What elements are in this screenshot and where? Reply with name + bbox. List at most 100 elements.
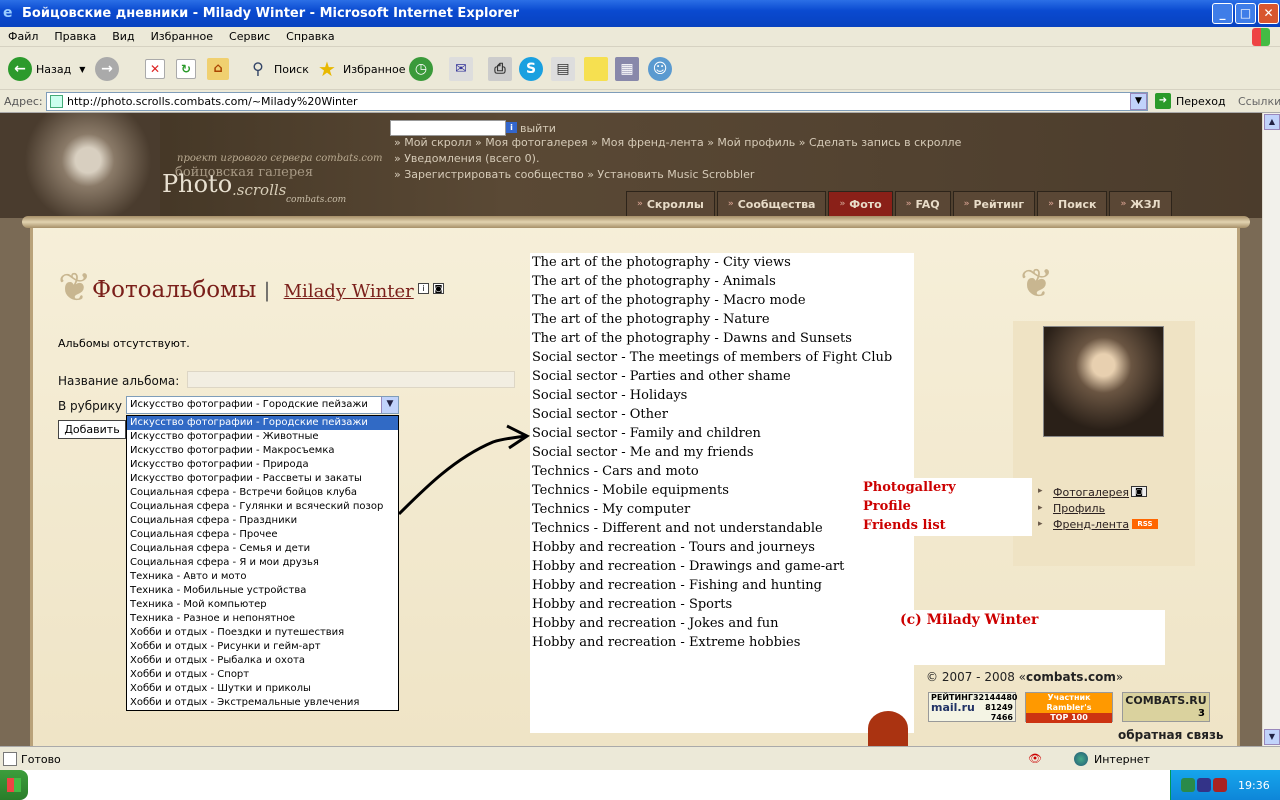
friends-feed-link[interactable]: Френд-лента — [1053, 518, 1129, 531]
back-dropdown-icon[interactable]: ▼ — [79, 65, 85, 74]
nav-tab-search[interactable]: » Поиск — [1037, 191, 1108, 217]
rubric-option[interactable]: Техника - Авто и мото — [127, 570, 398, 584]
translation-row: Hobby and recreation - Sports — [532, 597, 733, 612]
privacy-icon[interactable]: 👁 — [1028, 752, 1042, 766]
links-label[interactable]: Ссылки — [1238, 95, 1280, 108]
footer-site-link[interactable]: combats.com — [1026, 670, 1116, 684]
nav-tab-communities[interactable]: » Сообщества — [716, 191, 827, 217]
nav-tab-scrolls[interactable]: » Скроллы — [626, 191, 715, 217]
go-button[interactable]: ➜ Переход — [1155, 93, 1226, 109]
tray-media-icon[interactable] — [1197, 778, 1211, 792]
back-button[interactable]: ← Назад ▼ — [8, 55, 85, 83]
search-button[interactable]: ⚲ Поиск — [246, 55, 309, 83]
print-button[interactable]: ⎙ — [488, 55, 516, 83]
messenger-button[interactable]: ☺ — [648, 55, 676, 83]
rubric-selected-value: Искусство фотографии - Городские пейзажи — [130, 399, 368, 410]
rss-badge[interactable]: RSS — [1132, 519, 1158, 529]
rubric-option[interactable]: Социальная сфера - Встречи бойцов клуба — [127, 486, 398, 500]
menu-edit[interactable]: Правка — [46, 30, 104, 43]
mail-button[interactable]: ✉ — [449, 55, 477, 83]
scroll-rod-decoration — [22, 216, 1250, 228]
photogallery-link[interactable]: Фотогалерея — [1053, 486, 1129, 499]
rambler-counter[interactable]: Участник Rambler's TOP 100 — [1025, 692, 1113, 723]
quill-icon: ❦ — [58, 265, 92, 311]
search-icon: ⚲ — [252, 59, 264, 78]
top-links-row3[interactable]: » Зарегистрировать сообщество » Установи… — [394, 168, 754, 181]
nav-tab-photo[interactable]: » Фото — [828, 191, 893, 217]
rubric-option[interactable]: Техника - Мой компьютер — [127, 598, 398, 612]
skype-button[interactable]: S — [519, 55, 547, 83]
rubric-option[interactable]: Искусство фотографии - Макросъемка — [127, 444, 398, 458]
rubric-option[interactable]: Искусство фотографии - Городские пейзажи — [127, 416, 398, 430]
ie-icon: e — [3, 5, 13, 21]
refresh-button[interactable]: ↻ — [176, 55, 200, 83]
rubric-select[interactable]: Искусство фотографии - Городские пейзажи… — [126, 396, 399, 414]
profile-link[interactable]: Профиль — [1053, 502, 1105, 515]
status-bar: Готово 👁 Интернет — [0, 746, 1280, 770]
translation-row: Social sector - Other — [532, 407, 668, 422]
feedback-link[interactable]: обратная связь — [1118, 728, 1224, 742]
forward-button[interactable]: → — [95, 55, 123, 83]
rubric-option[interactable]: Хобби и отдых - Экстремальные увлечения — [127, 696, 398, 710]
start-button[interactable] — [0, 770, 28, 800]
history-button[interactable]: ◷ — [409, 55, 437, 83]
user-link[interactable]: Milady Winter — [284, 281, 414, 302]
nav-tab-zhzl[interactable]: » ЖЗЛ — [1109, 191, 1172, 217]
nav-tab-rating[interactable]: » Рейтинг — [952, 191, 1036, 217]
nav-arrow-icon: » — [637, 199, 643, 209]
windows-logo-icon — [1252, 28, 1270, 46]
rubric-option[interactable]: Социальная сфера - Гулянки и всяческий п… — [127, 500, 398, 514]
translation-row: Hobby and recreation - Drawings and game… — [532, 559, 845, 574]
tray-network-icon[interactable] — [1213, 778, 1227, 792]
address-input[interactable]: http://photo.scrolls.combats.com/~Milady… — [46, 92, 1148, 111]
stop-button[interactable]: ✕ — [145, 55, 169, 83]
rubric-option[interactable]: Социальная сфера - Я и мои друзья — [127, 556, 398, 570]
rubric-option[interactable]: Хобби и отдых - Рисунки и гейм-арт — [127, 640, 398, 654]
scroll-up-icon[interactable]: ▲ — [1264, 114, 1280, 130]
edit-button[interactable]: ▤ — [551, 55, 579, 83]
camera-icon[interactable]: ◙ — [433, 283, 444, 294]
rubric-option[interactable]: Хобби и отдых - Шутки и приколы — [127, 682, 398, 696]
tray-app-icon[interactable] — [1181, 778, 1195, 792]
rubric-option[interactable]: Техника - Мобильные устройства — [127, 584, 398, 598]
address-dropdown-icon[interactable]: ▼ — [1130, 93, 1147, 110]
combats-counter[interactable]: COMBATS.RU 3 — [1122, 692, 1210, 722]
rubric-option[interactable]: Искусство фотографии - Рассветы и закаты — [127, 472, 398, 486]
nav-tab-faq[interactable]: » FAQ — [894, 191, 951, 217]
minimize-button[interactable]: _ — [1212, 3, 1233, 24]
rubric-option[interactable]: Хобби и отдых - Поездки и путешествия — [127, 626, 398, 640]
rubric-option[interactable]: Искусство фотографии - Природа — [127, 458, 398, 472]
menu-favorites[interactable]: Избранное — [143, 30, 221, 43]
menu-view[interactable]: Вид — [104, 30, 142, 43]
login-field[interactable] — [390, 120, 506, 136]
vertical-scrollbar[interactable]: ▲ ▼ — [1262, 113, 1280, 746]
user-info-icon[interactable]: i — [418, 283, 429, 294]
print-icon: ⎙ — [488, 57, 512, 81]
rubric-option[interactable]: Социальная сфера - Праздники — [127, 514, 398, 528]
nav-label: Рейтинг — [973, 197, 1025, 211]
close-button[interactable]: ✕ — [1258, 3, 1279, 24]
rubric-option[interactable]: Хобби и отдых - Рыбалка и охота — [127, 654, 398, 668]
site-logo[interactable]: Photo — [162, 170, 232, 198]
mailru-counter[interactable]: РЕЙТИНГ 32144480 mail.ru 81249 7466 — [928, 692, 1018, 722]
top-links-row1[interactable]: » Мой скролл » Моя фотогалерея » Моя фре… — [394, 136, 961, 149]
logout-link[interactable]: выйти — [520, 122, 556, 135]
top-links-row2[interactable]: » Уведомления (всего 0). — [394, 152, 539, 165]
home-button[interactable]: ⌂ — [207, 55, 233, 83]
rubric-option[interactable]: Социальная сфера - Семья и дети — [127, 542, 398, 556]
rubric-option[interactable]: Хобби и отдых - Спорт — [127, 668, 398, 682]
menu-file[interactable]: Файл — [0, 30, 46, 43]
menu-help[interactable]: Справка — [278, 30, 342, 43]
scroll-down-icon[interactable]: ▼ — [1264, 729, 1280, 745]
rubric-option[interactable]: Искусство фотографии - Животные — [127, 430, 398, 444]
favorites-button[interactable]: ★ Избранное — [315, 55, 405, 83]
rubric-option[interactable]: Техника - Разное и непонятное — [127, 612, 398, 626]
research-button[interactable]: ▦ — [615, 55, 643, 83]
maximize-button[interactable]: □ — [1235, 3, 1256, 24]
menu-tools[interactable]: Сервис — [221, 30, 278, 43]
info-icon[interactable]: i — [506, 122, 517, 133]
rubric-option[interactable]: Социальная сфера - Прочее — [127, 528, 398, 542]
notes-button[interactable] — [584, 55, 612, 83]
search-label: Поиск — [274, 62, 309, 76]
add-album-button[interactable]: Добавить — [58, 420, 126, 439]
